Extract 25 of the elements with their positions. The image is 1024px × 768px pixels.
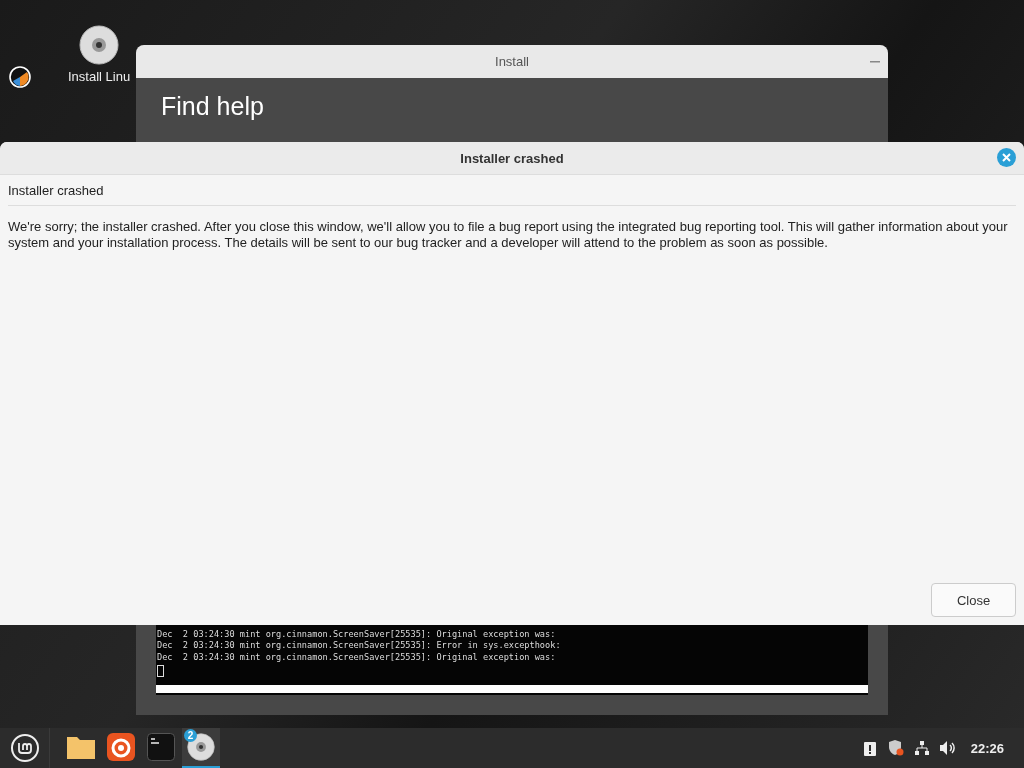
logo-icon: [9, 733, 40, 763]
app-icon[interactable]: [9, 66, 31, 88]
close-dialog-button[interactable]: Close: [931, 583, 1016, 617]
dialog-title: Installer crashed: [460, 150, 564, 166]
terminal-icon: [147, 733, 175, 761]
window-count-badge: 2: [184, 729, 197, 742]
clock[interactable]: 22:26: [970, 740, 1004, 756]
folder-icon: [66, 734, 96, 760]
error-message: We're sorry; the installer crashed. After you close this window, we'll allow you to file a bug report using the integrated bug reporting tool. This will gather information about your system and your installation process. The details will be sent to our bug tracker and a developer will attend to the problem as soon as possible.: [8, 219, 1009, 251]
page-heading: Find help: [161, 92, 264, 121]
desktop-icon-label[interactable]: Install Linu: [68, 69, 131, 84]
network-icon[interactable]: [912, 739, 931, 757]
fox-icon: [107, 733, 135, 761]
text-cursor: [157, 664, 164, 677]
close-icon: [1002, 153, 1011, 162]
dialog-header: Installer crashed: [8, 183, 1016, 206]
log-line: Dec 2 03:24:30 mint org.cinnamon.ScreenSaver[25535]: Original exception was:: [157, 651, 557, 663]
disc-icon: [79, 25, 120, 65]
log-line: Dec 2 03:24:30 mint org.cinnamon.ScreenSaver[25535]: Original exception was:: [157, 629, 557, 641]
close-button[interactable]: [997, 148, 1016, 167]
shield-icon[interactable]: [886, 739, 905, 757]
log-line: Dec 2 03:24:30 mint org.cinnamon.ScreenSaver[25535]: Error in sys.excepthook:: [157, 640, 562, 652]
window-title: Install: [495, 54, 529, 69]
volume-icon[interactable]: [938, 739, 957, 757]
disc-icon: [187, 733, 215, 761]
